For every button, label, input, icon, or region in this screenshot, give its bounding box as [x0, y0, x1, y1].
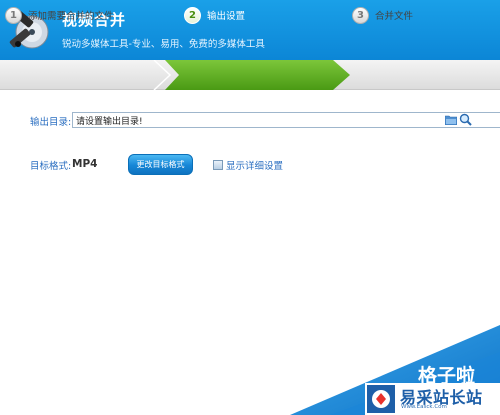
search-icon[interactable] — [459, 113, 472, 126]
brand-logo-icon — [367, 385, 395, 413]
show-details-checkbox[interactable] — [213, 160, 223, 170]
app-subtitle: 锐动多媒体工具-专业、易用、免费的多媒体工具 — [62, 39, 265, 50]
change-format-button[interactable]: 更改目标格式 — [128, 154, 193, 175]
output-dir-input[interactable] — [72, 112, 500, 128]
step-separator — [153, 60, 172, 90]
step-number: 3 — [352, 6, 369, 24]
step-output-settings[interactable]: 2 输出设置 — [184, 0, 245, 30]
step-label: 输出设置 — [207, 11, 246, 22]
brand-url: Www.Easck.Com — [401, 404, 447, 410]
step-add-files[interactable]: 1 添加需要合并的文件 — [5, 0, 114, 30]
active-step-highlight — [165, 60, 350, 90]
step-merge-files[interactable]: 3 合并文件 — [352, 0, 413, 30]
target-format-label: 目标格式: — [30, 161, 72, 172]
output-dir-row: 输出目录: — [30, 112, 500, 128]
folder-icon[interactable] — [445, 115, 457, 125]
show-details-label[interactable]: 显示详细设置 — [226, 158, 283, 172]
step-label: 添加需要合并的文件 — [28, 11, 114, 22]
step-number: 1 — [5, 6, 22, 24]
step-number: 2 — [184, 6, 201, 24]
step-label: 合并文件 — [375, 11, 414, 22]
target-format-value: MP4 — [72, 158, 98, 170]
output-dir-label: 输出目录: — [30, 117, 72, 128]
